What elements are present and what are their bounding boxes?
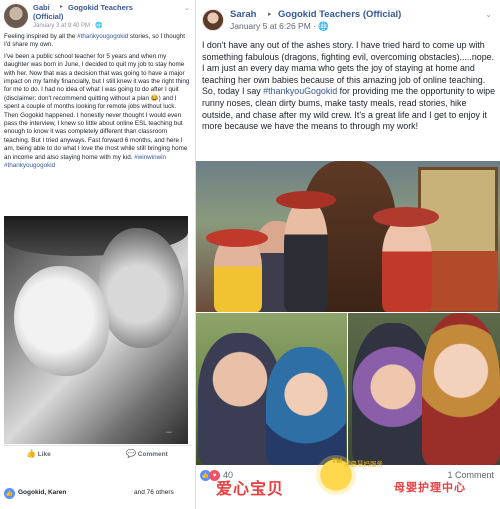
post-actions-bar: 👍 Like 💬 Comment	[4, 445, 192, 459]
like-label: Like	[37, 451, 51, 458]
more-options-icon[interactable]: •••	[166, 430, 172, 436]
reaction-others[interactable]: and 76 others	[134, 489, 174, 496]
photo-shape	[373, 207, 439, 227]
hashtag-link[interactable]: #thankyougogokid	[77, 33, 128, 40]
photo-shape	[99, 228, 184, 348]
trademark-mark: TM	[332, 458, 343, 465]
arrow-right-icon: ▸	[60, 4, 64, 10]
photo-shape	[284, 201, 328, 312]
arrow-right-icon: ▸	[268, 11, 272, 18]
reaction-names[interactable]: Gogokid, Karen	[18, 489, 66, 496]
post-body: Feeling inspired by all the #thankyougog…	[4, 33, 192, 174]
photo-shape	[422, 313, 500, 465]
left-post-header: Gabi ▸ Gogokid Teachers ⌄ (Official) Jan…	[4, 3, 192, 29]
chevron-down-icon[interactable]: ⌄	[184, 4, 190, 12]
post-photo[interactable]	[348, 313, 500, 465]
photo-shape	[382, 219, 432, 312]
watermark: TM 高晨慧妈服务 爱心宝贝 母婴护理中心	[196, 455, 500, 509]
right-post: Sarah ▸ Gogokid Teachers (Official) ⌄ Ja…	[196, 0, 500, 509]
chevron-down-icon[interactable]: ⌄	[485, 10, 492, 19]
author-name[interactable]: Sarah	[230, 9, 256, 20]
group-name[interactable]: Gogokid Teachers (Official)	[278, 9, 401, 20]
photo-shape	[214, 236, 262, 312]
photo-shape	[266, 347, 346, 465]
like-button[interactable]: 👍 Like	[26, 449, 51, 458]
photo-shape	[276, 191, 336, 209]
thumbs-up-icon: 👍	[26, 449, 36, 458]
author-name[interactable]: Gabi	[33, 3, 50, 12]
watermark-brand: 爱心宝贝	[216, 481, 285, 498]
comment-button[interactable]: 💬 Comment	[126, 449, 168, 458]
like-reaction-icon: 👍	[4, 488, 15, 499]
watermark-tagline: 母婴护理中心	[394, 482, 466, 494]
comment-label: Comment	[137, 451, 168, 458]
comment-icon: 💬	[126, 449, 136, 458]
photo-shape	[206, 229, 268, 247]
photo-shape	[428, 251, 498, 311]
avatar[interactable]	[202, 9, 224, 31]
post-text: Feeling inspired by all the	[4, 33, 78, 40]
post-photo[interactable]	[196, 161, 500, 312]
avatar[interactable]	[4, 4, 28, 28]
post-photo[interactable]	[196, 313, 347, 465]
group-name[interactable]: Gogokid Teachers	[68, 3, 133, 12]
post-paragraph: I've been a public school teacher for 5 …	[4, 53, 192, 171]
author-suffix: (Official)	[33, 12, 64, 21]
left-post: Gabi ▸ Gogokid Teachers ⌄ (Official) Jan…	[0, 0, 196, 509]
post-text: I've been a public school teacher for 5 …	[4, 52, 190, 161]
hashtag-link[interactable]: #thankyougogokid	[4, 162, 55, 169]
hashtag-link[interactable]: #thankyouGogokid	[263, 86, 337, 96]
post-photo[interactable]	[4, 216, 188, 444]
reactions-summary[interactable]: 👍 Gogokid, Karen and 76 others	[4, 488, 192, 502]
post-timestamp[interactable]: January 3 at 9:40 PM · 🌐	[33, 22, 103, 29]
post-body: I don't have any out of the ashes story.…	[202, 40, 496, 133]
post-timestamp[interactable]: January 5 at 6:26 PM · 🌐	[230, 21, 329, 32]
watermark-small-text: 高晨慧妈服务	[344, 461, 383, 468]
post-paragraph: Feeling inspired by all the #thankyougog…	[4, 33, 192, 50]
photo-shape	[14, 266, 109, 376]
hashtag-link[interactable]: #winwinwin	[134, 154, 166, 161]
